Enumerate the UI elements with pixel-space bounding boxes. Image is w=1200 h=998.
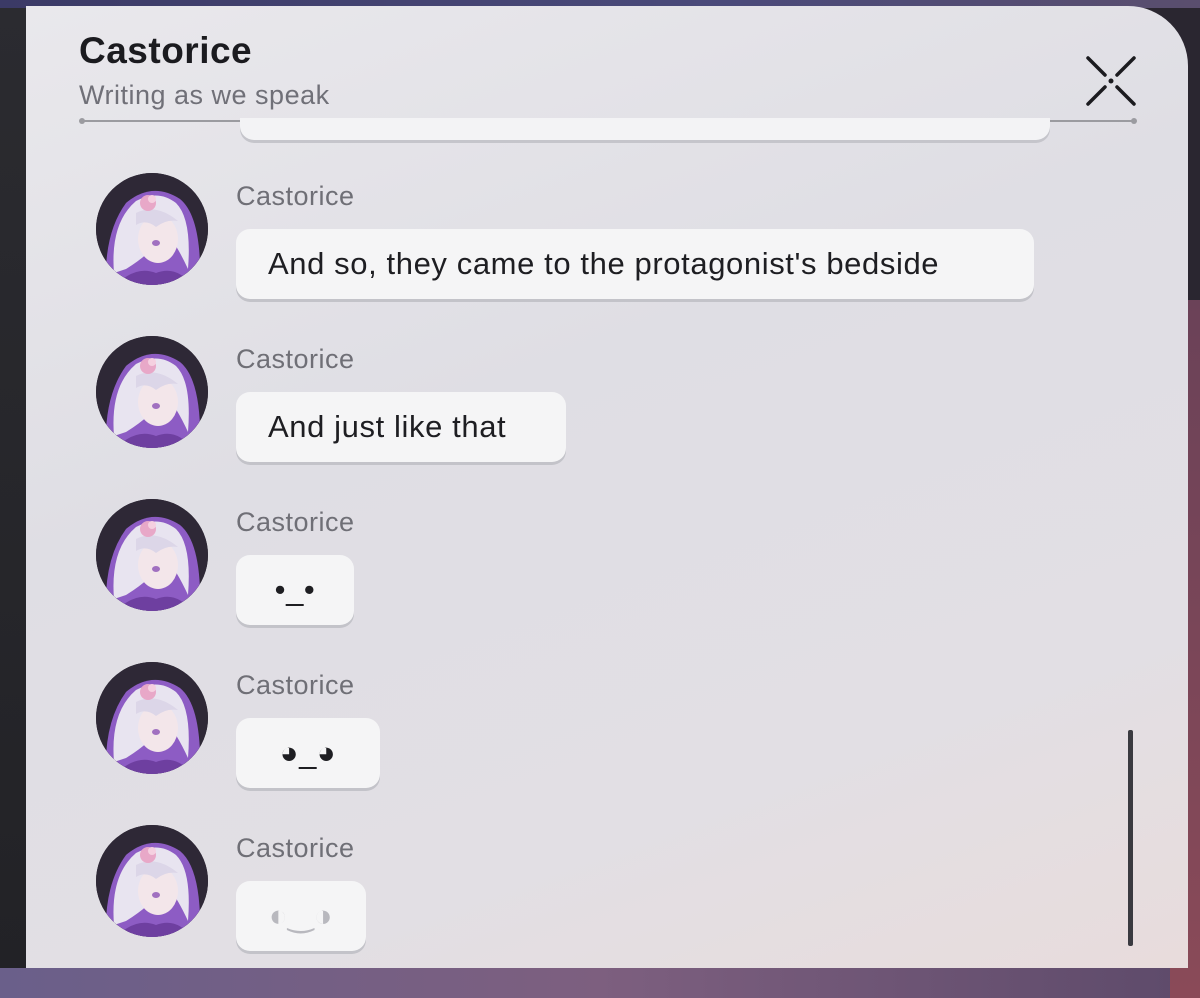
message-bubble[interactable]: •_•: [236, 555, 354, 625]
avatar-image: [96, 825, 208, 937]
background-left: [0, 0, 26, 998]
avatar-image: [96, 662, 208, 774]
avatar[interactable]: [96, 336, 208, 448]
close-button[interactable]: [1084, 54, 1138, 108]
message-bubble[interactable]: ◐‿◑: [236, 881, 366, 951]
background-bottom: [0, 968, 1200, 998]
sender-name: Castorice: [236, 670, 355, 700]
avatar[interactable]: [96, 499, 208, 611]
message-bubble[interactable]: And just like that: [236, 392, 566, 462]
message-row: Castorice ◐‿◑: [26, 823, 1106, 968]
message-row: Castorice And so, they came to the prota…: [26, 171, 1106, 321]
avatar-image: [96, 499, 208, 611]
message-row: Castorice ◕_◕: [26, 660, 1106, 810]
sender-name: Castorice: [236, 181, 355, 211]
sender-name: Castorice: [236, 507, 355, 537]
sender-name: Castorice: [236, 833, 355, 863]
close-icon: [1086, 56, 1136, 106]
avatar-image: [96, 173, 208, 285]
chat-panel: Castorice Writing as we speak Castorice …: [26, 6, 1188, 968]
message-row: Castorice •_•: [26, 497, 1106, 647]
scrollbar-thumb[interactable]: [1128, 730, 1133, 946]
message-bubble[interactable]: And so, they came to the protagonist's b…: [236, 229, 1034, 299]
sender-name: Castorice: [236, 344, 355, 374]
message-bubble[interactable]: ◕_◕: [236, 718, 380, 788]
avatar-image: [96, 336, 208, 448]
avatar[interactable]: [96, 825, 208, 937]
avatar[interactable]: [96, 173, 208, 285]
avatar[interactable]: [96, 662, 208, 774]
chat-title: Castorice: [79, 30, 253, 71]
previous-message-bubble: [240, 118, 1050, 140]
message-row: Castorice And just like that: [26, 334, 1106, 484]
chat-status: Writing as we speak: [79, 80, 330, 110]
